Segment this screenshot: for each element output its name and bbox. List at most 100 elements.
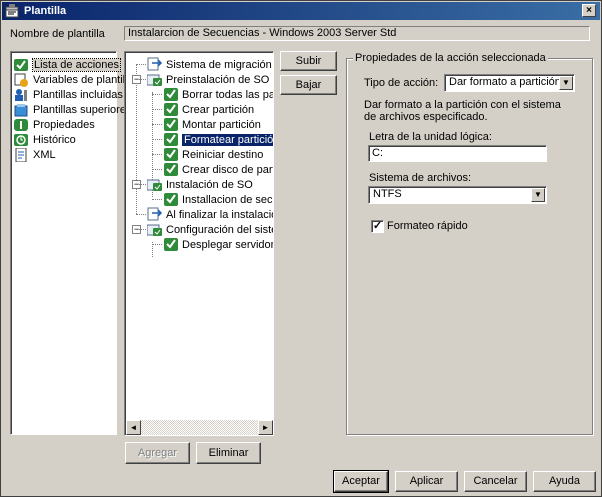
- help-button[interactable]: Ayuda: [533, 471, 596, 492]
- migration-icon: [147, 57, 163, 71]
- tree-node-label: Preinstalación de SO: [166, 73, 270, 86]
- history-icon: [14, 133, 28, 146]
- folder-task-icon: [147, 224, 162, 236]
- ok-button[interactable]: Aceptar: [333, 470, 389, 493]
- quick-format-label: Formateo rápido: [387, 220, 468, 232]
- template-name-field: Instalarcion de Secuencias - Windows 200…: [124, 26, 590, 41]
- folder-task-icon: [147, 179, 162, 191]
- tree-node[interactable]: Crear disco de partición: [163, 162, 274, 177]
- move-down-button[interactable]: Bajar: [280, 75, 337, 95]
- task-icon: [164, 88, 178, 101]
- folder-task-icon: [147, 74, 162, 86]
- action-list-icon: [14, 58, 28, 71]
- template-app-icon: [5, 4, 19, 18]
- check-mark-icon: ✓: [372, 220, 383, 232]
- tree-node[interactable]: Al finalizar la instalación del S: [147, 207, 273, 222]
- nav-item-included-templates[interactable]: Plantillas incluidas: [14, 87, 123, 102]
- tree-node[interactable]: Sistema de migración: [147, 57, 272, 72]
- tree-node[interactable]: Montar partición: [163, 117, 261, 132]
- window-title: Plantilla: [24, 5, 67, 17]
- nav-item-label: XML: [33, 148, 56, 161]
- filesystem-label: Sistema de archivos:: [369, 172, 472, 184]
- filesystem-select[interactable]: NTFS ▼: [368, 186, 547, 204]
- tree-node[interactable]: Formatear partición: [163, 132, 273, 147]
- nav-item-properties[interactable]: Propiedades: [14, 117, 95, 132]
- apply-button[interactable]: Aplicar: [395, 471, 458, 492]
- tree-connector: [136, 64, 137, 214]
- tree-connector: [152, 199, 162, 200]
- tree-connector: [152, 124, 162, 125]
- tree-node-label: Crear disco de partición: [182, 163, 274, 176]
- properties-group-title: Propiedades de la acción seleccionada: [353, 52, 548, 64]
- tree-node-label: Montar partición: [182, 118, 261, 131]
- nav-item-label: Plantillas incluidas: [33, 88, 123, 101]
- tree-node[interactable]: Borrar todas las particior: [163, 87, 273, 102]
- tree-node[interactable]: Instalación de SO: [147, 177, 253, 192]
- nav-list: Lista de acciones Variables de plantilla…: [10, 51, 134, 435]
- horizontal-scrollbar[interactable]: [141, 420, 258, 435]
- tree-node-label: Al finalizar la instalación del S: [166, 208, 273, 221]
- nav-item-label: Histórico: [33, 133, 76, 146]
- nav-item-template-variables[interactable]: Variables de plantilla: [14, 72, 134, 87]
- move-up-button[interactable]: Subir: [280, 51, 337, 71]
- tree-connector: [136, 229, 146, 230]
- close-button[interactable]: ×: [582, 4, 596, 17]
- tree-connector: [136, 184, 146, 185]
- tree-node-label: Instalación de SO: [166, 178, 253, 191]
- tree-connector: [152, 244, 162, 245]
- tree-node-label: Installacion de secuenc: [182, 193, 273, 206]
- scroll-right-button[interactable]: ►: [258, 420, 273, 435]
- arrow-right-icon: ►: [261, 423, 270, 432]
- tree-connector: [152, 109, 162, 110]
- add-button[interactable]: Agregar: [125, 442, 190, 464]
- tree-node[interactable]: Desplegar servidor de a: [163, 237, 273, 252]
- tree-connector: [152, 169, 162, 170]
- nav-item-action-list[interactable]: Lista de acciones: [14, 57, 121, 72]
- tree-connector: [152, 139, 162, 140]
- title-bar[interactable]: Plantilla ×: [2, 2, 600, 20]
- nav-item-label: Lista de acciones: [32, 57, 121, 72]
- close-icon: ×: [586, 5, 592, 16]
- template-name-label: Nombre de plantilla: [10, 28, 105, 40]
- xml-icon: [15, 147, 27, 162]
- remove-button[interactable]: Eliminar: [196, 442, 261, 464]
- nav-item-history[interactable]: Histórico: [14, 132, 76, 147]
- arrow-left-icon: ◄: [129, 423, 138, 432]
- cancel-button[interactable]: Cancelar: [464, 471, 527, 492]
- plantilla-window: Plantilla × Nombre de plantilla Instalar…: [0, 0, 602, 497]
- tree-connector: [136, 79, 146, 80]
- tree-node[interactable]: Installacion de secuenc: [163, 192, 273, 207]
- action-description: Dar formato a la partición con el sistem…: [364, 99, 561, 123]
- action-type-label: Tipo de acción:: [364, 77, 439, 89]
- nav-item-label: Propiedades: [33, 118, 95, 131]
- nav-item-label: Plantillas superiores: [33, 103, 132, 116]
- tree-node[interactable]: Preinstalación de SO: [147, 72, 269, 87]
- tree-node[interactable]: Configuración del sistema: [147, 222, 273, 237]
- scroll-left-button[interactable]: ◄: [126, 420, 141, 435]
- tree-node-label: Sistema de migración: [166, 58, 272, 71]
- task-icon: [164, 163, 178, 176]
- dropdown-arrow-icon[interactable]: ▼: [559, 76, 573, 90]
- nav-item-label: Variables de plantilla: [33, 73, 134, 86]
- drive-letter-input[interactable]: C:: [368, 145, 547, 162]
- task-icon: [164, 133, 178, 146]
- nav-item-parent-templates[interactable]: Plantillas superiores: [14, 102, 131, 117]
- action-type-value: Dar formato a partición: [449, 76, 561, 88]
- variables-icon: [14, 73, 28, 87]
- nav-item-xml[interactable]: XML: [14, 147, 56, 162]
- tree-node-label: Formatear partición: [182, 133, 273, 146]
- quick-format-checkbox[interactable]: ✓: [371, 220, 384, 233]
- drive-letter-label: Letra de la unidad lógica:: [369, 131, 492, 143]
- tree-node[interactable]: Crear partición: [163, 102, 254, 117]
- task-icon: [164, 238, 178, 251]
- tree-connector: [152, 94, 162, 95]
- task-icon: [164, 103, 178, 116]
- task-icon: [164, 148, 178, 161]
- action-type-select[interactable]: Dar formato a partición ▼: [444, 74, 575, 92]
- tree-node-label: Crear partición: [182, 103, 255, 116]
- tree-node-label: Configuración del sistema: [166, 223, 273, 236]
- tree-node[interactable]: Reiniciar destino: [163, 147, 263, 162]
- migration-icon: [147, 207, 163, 221]
- task-icon: [164, 118, 178, 131]
- dropdown-arrow-icon[interactable]: ▼: [531, 188, 545, 202]
